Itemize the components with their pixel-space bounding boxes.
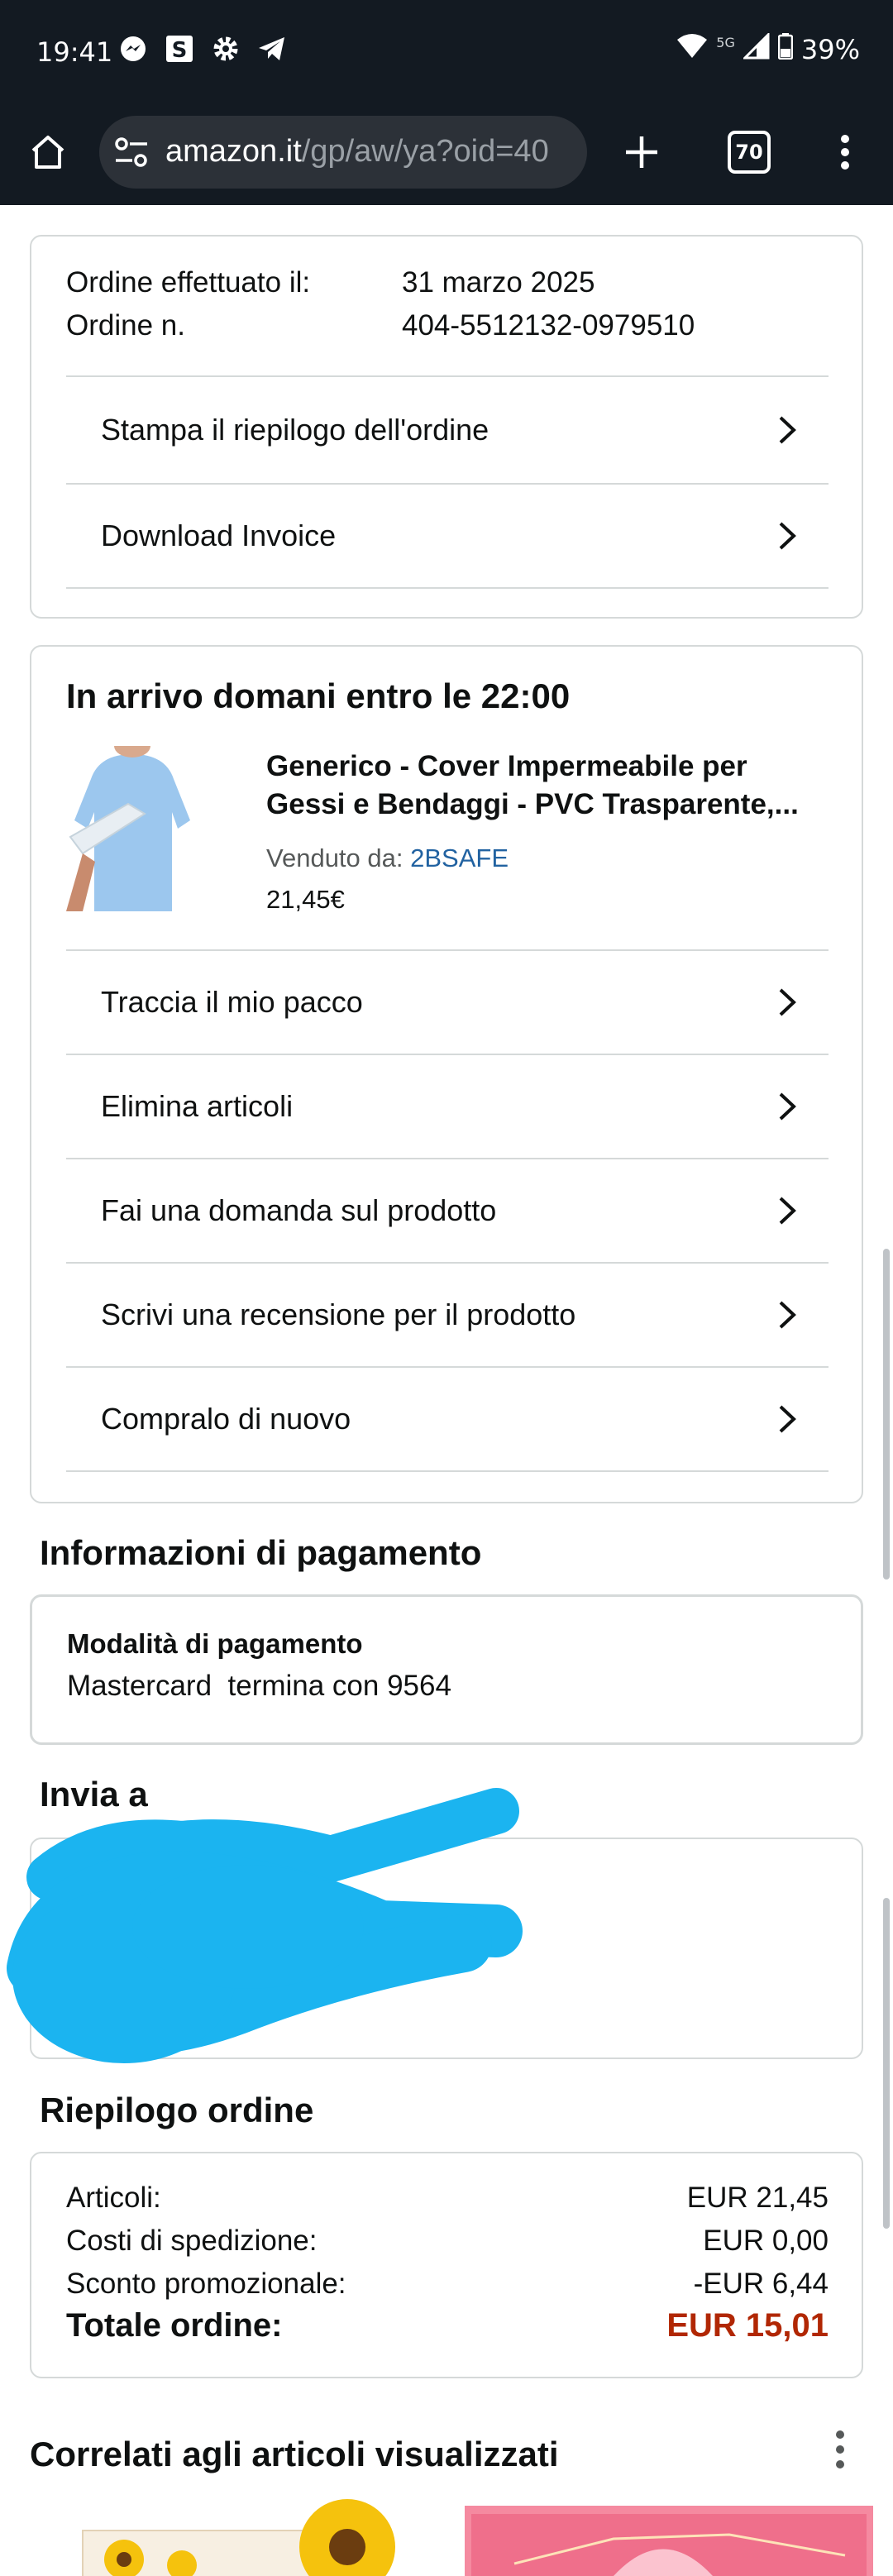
browser-toolbar: amazon.it/gp/aw/ya?oid=40 70 xyxy=(0,99,893,205)
url-host: amazon.it xyxy=(165,134,302,169)
address-redaction-scribble xyxy=(0,1786,529,2084)
buy-again-link[interactable]: Compralo di nuovo xyxy=(66,1366,829,1472)
settings-gear-icon xyxy=(210,33,241,65)
battery-icon xyxy=(777,33,794,66)
site-settings-icon[interactable] xyxy=(114,136,149,169)
related-overflow-icon[interactable] xyxy=(824,2428,857,2474)
product-title-line-2: Gessi e Bendaggi - PVC Trasparente,... xyxy=(266,788,799,820)
delete-items-label: Elimina articoli xyxy=(101,1089,294,1123)
sold-by: Venduto da: 2BSAFE xyxy=(266,844,509,873)
order-date-value: 31 marzo 2025 xyxy=(402,266,595,299)
order-info-card: Ordine effettuato il: 31 marzo 2025 Ordi… xyxy=(30,235,863,619)
summary-discount-row: Sconto promozionale: -EUR 6,44 xyxy=(66,2268,829,2301)
related-product-image-2[interactable] xyxy=(465,2506,873,2576)
page-scrollbar-thumb[interactable] xyxy=(883,1249,890,1580)
related-heading: Correlati agli articoli visualizzati xyxy=(30,2435,559,2473)
summary-total-label: Totale ordine: xyxy=(66,2307,283,2344)
product-image[interactable] xyxy=(66,734,198,911)
order-date-label: Ordine effettuato il: xyxy=(66,266,311,299)
chevron-right-icon xyxy=(771,1090,804,1123)
summary-shipping-value: EUR 0,00 xyxy=(703,2225,829,2257)
summary-card: Articoli: EUR 21,45 Costi di spedizione:… xyxy=(30,2152,863,2378)
chevron-right-icon xyxy=(771,1194,804,1227)
sold-by-label: Venduto da: xyxy=(266,844,404,872)
new-tab-plus-icon[interactable] xyxy=(615,126,668,179)
product-title[interactable]: Generico - Cover Impermeabile per Gessi … xyxy=(266,748,799,824)
seller-link[interactable]: 2BSAFE xyxy=(410,844,509,872)
ask-question-link[interactable]: Fai una domanda sul prodotto xyxy=(66,1158,829,1262)
delivery-heading: In arrivo domani entro le 22:00 xyxy=(66,676,571,715)
shipment-card: In arrivo domani entro le 22:00 Generico… xyxy=(30,645,863,1503)
summary-discount-value: -EUR 6,44 xyxy=(693,2268,829,2300)
write-review-link[interactable]: Scrivi una recensione per il prodotto xyxy=(66,1262,829,1366)
summary-discount-label: Sconto promozionale: xyxy=(66,2268,346,2300)
payment-method-label: Modalità di pagamento xyxy=(67,1628,363,1659)
tab-switcher-icon[interactable]: 70 xyxy=(728,131,771,174)
chevron-right-icon xyxy=(771,519,804,552)
summary-items-label: Articoli: xyxy=(66,2182,161,2214)
url-text: amazon.it/gp/aw/ya?oid=40 xyxy=(165,134,579,170)
summary-total-value: EUR 15,01 xyxy=(666,2307,829,2344)
chevron-right-icon xyxy=(771,986,804,1019)
battery-percent: 39% xyxy=(800,34,860,65)
write-review-label: Scrivi una recensione per il prodotto xyxy=(101,1298,576,1331)
url-path: /gp/aw/ya?oid=40 xyxy=(301,134,549,169)
home-icon[interactable] xyxy=(21,126,74,179)
telegram-icon xyxy=(256,33,288,65)
summary-total-row: Totale ordine: EUR 15,01 xyxy=(66,2307,829,2344)
print-summary-link[interactable]: Stampa il riepilogo dell'ordine xyxy=(66,375,829,483)
product-price: 21,45€ xyxy=(266,885,345,914)
wifi-icon xyxy=(676,33,708,66)
chevron-right-icon xyxy=(771,413,804,447)
order-number-value: 404-5512132-0979510 xyxy=(402,309,695,342)
related-product-image-1[interactable] xyxy=(74,2497,422,2576)
url-bar[interactable]: amazon.it/gp/aw/ya?oid=40 xyxy=(99,116,587,189)
summary-shipping-row: Costi di spedizione: EUR 0,00 xyxy=(66,2225,829,2258)
s-app-icon: S xyxy=(164,33,195,65)
network-type: 5G xyxy=(716,34,735,50)
summary-heading: Riepilogo ordine xyxy=(40,2091,314,2129)
download-invoice-label: Download Invoice xyxy=(101,519,337,552)
ask-question-label: Fai una domanda sul prodotto xyxy=(101,1193,497,1227)
overflow-menu-icon[interactable] xyxy=(819,126,872,179)
summary-items-row: Articoli: EUR 21,45 xyxy=(66,2182,829,2215)
status-right: 5G 39% xyxy=(676,31,860,66)
page-scrollbar-thumb-secondary[interactable] xyxy=(883,1898,890,2229)
payment-card: Modalità di pagamento Mastercard termina… xyxy=(30,1594,863,1745)
chevron-right-icon xyxy=(771,1298,804,1331)
chevron-right-icon xyxy=(771,1403,804,1436)
delete-items-link[interactable]: Elimina articoli xyxy=(66,1054,829,1158)
print-summary-label: Stampa il riepilogo dell'ordine xyxy=(101,413,489,447)
status-time: 19:41 xyxy=(36,36,113,68)
payment-heading: Informazioni di pagamento xyxy=(40,1533,482,1572)
track-package-label: Traccia il mio pacco xyxy=(101,985,363,1019)
status-bar: 19:41 S 5G 39% xyxy=(0,0,893,99)
tab-count: 70 xyxy=(735,141,763,164)
svg-text:S: S xyxy=(172,38,188,63)
buy-again-label: Compralo di nuovo xyxy=(101,1402,351,1436)
signal-icon xyxy=(742,31,770,66)
messenger-icon xyxy=(117,33,149,65)
product-title-line-1: Generico - Cover Impermeabile per xyxy=(266,750,747,782)
download-invoice-link[interactable]: Download Invoice xyxy=(66,483,829,589)
track-package-link[interactable]: Traccia il mio pacco xyxy=(66,949,829,1054)
summary-items-value: EUR 21,45 xyxy=(686,2182,829,2214)
order-number-label: Ordine n. xyxy=(66,309,185,342)
summary-shipping-label: Costi di spedizione: xyxy=(66,2225,318,2257)
payment-method-value: Mastercard termina con 9564 xyxy=(67,1670,451,1702)
